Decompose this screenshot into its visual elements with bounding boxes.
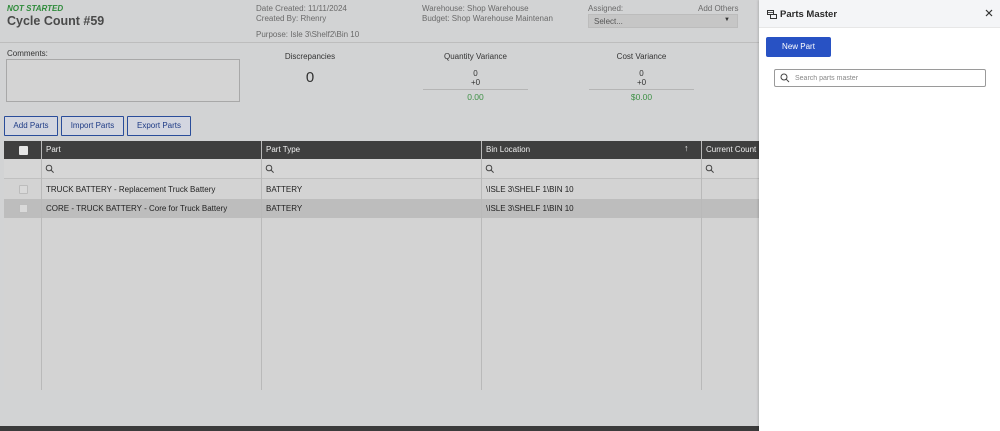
column-header-part-type[interactable]: Part Type [262,141,482,159]
page-title: Cycle Count #59 [7,14,105,28]
grid-header: Part Part Type Bin Location ↑ Current Co… [4,141,759,159]
assigned-select[interactable]: Select... ▼ [588,14,738,28]
parts-grid: Part Part Type Bin Location ↑ Current Co… [4,141,759,390]
part-type-cell: BATTERY [266,185,303,194]
date-created: Date Created: 11/11/2024 [256,4,347,13]
cost-variance-stat: Cost Variance 0 +0 $0.00 [589,52,694,102]
assigned-select-value: Select... [594,17,623,26]
parts-master-panel: Parts Master New Part [759,0,1000,431]
cost-variance-line2: +0 [636,78,647,87]
column-divider [481,141,482,390]
select-all-checkbox[interactable] [19,146,28,155]
import-parts-button[interactable]: Import Parts [61,116,124,136]
quantity-variance-line1: 0 [473,69,478,78]
panel-title: Parts Master [780,9,838,20]
budget: Budget: Shop Warehouse Maintenan [422,14,553,23]
quantity-variance-total: 0.00 [467,92,484,102]
part-cell: TRUCK BATTERY - Replacement Truck Batter… [46,185,216,194]
bin-location-cell: \ISLE 3\SHELF 1\BIN 10 [486,204,574,213]
quantity-variance-line2: +0 [470,78,481,87]
bin-location-cell: \ISLE 3\SHELF 1\BIN 10 [486,185,574,194]
cost-variance-label: Cost Variance [616,52,667,61]
chevron-down-icon: ▼ [724,17,730,23]
table-row[interactable]: TRUCK BATTERY - Replacement Truck Batter… [4,180,759,199]
divider [0,42,759,43]
quantity-variance-stat: Quantity Variance 0 +0 0.00 [423,52,528,102]
divider [423,89,528,90]
search-icon[interactable] [45,164,55,174]
divider [589,89,694,90]
sort-ascending-icon[interactable]: ↑ [684,143,689,153]
search-icon[interactable] [485,164,495,174]
comments-label: Comments: [7,49,48,58]
discrepancies-value: 0 [305,69,315,86]
add-parts-button[interactable]: Add Parts [4,116,58,136]
filter-row [4,159,759,179]
current-count-cell[interactable] [702,180,759,199]
part-type-cell: BATTERY [266,204,303,213]
cycle-count-page: NOT STARTED Cycle Count #59 Date Created… [0,0,759,431]
parts-search-box[interactable] [774,69,986,87]
table-row[interactable]: CORE - TRUCK BATTERY - Core for Truck Ba… [4,199,759,218]
search-icon[interactable] [265,164,275,174]
quantity-variance-label: Quantity Variance [444,52,507,61]
cost-variance-line1: 0 [639,69,644,78]
parts-search-input[interactable] [795,72,980,84]
current-count-cell[interactable] [702,199,759,218]
cost-variance-total: $0.00 [630,92,653,102]
created-by: Created By: Rhenry [256,14,327,23]
search-icon[interactable] [705,164,715,174]
assigned-label: Assigned: [588,4,624,13]
row-checkbox[interactable] [19,185,28,194]
column-divider [261,141,262,390]
column-divider [41,141,42,390]
column-header-current-count[interactable]: Current Count [702,141,759,159]
add-others-link[interactable]: Add Others [698,4,738,13]
comments-textarea[interactable] [6,59,240,102]
parts-icon [767,10,777,19]
close-icon[interactable] [984,8,994,18]
column-header-part[interactable]: Part [42,141,262,159]
column-header-bin-location[interactable]: Bin Location [482,141,702,159]
panel-header: Parts Master [759,0,1000,28]
part-cell: CORE - TRUCK BATTERY - Core for Truck Ba… [46,204,228,213]
status-label: NOT STARTED [7,4,64,13]
discrepancies-label: Discrepancies [284,52,336,61]
discrepancies-stat: Discrepancies 0 [260,52,360,86]
export-parts-button[interactable]: Export Parts [127,116,191,136]
bottom-bar [0,426,759,431]
warehouse: Warehouse: Shop Warehouse [422,4,529,13]
column-divider [701,141,702,390]
new-part-button[interactable]: New Part [766,37,831,57]
purpose: Purpose: Isle 3\Shelf2\Bin 10 [256,30,360,39]
row-checkbox[interactable] [19,204,28,213]
search-icon [780,73,790,83]
